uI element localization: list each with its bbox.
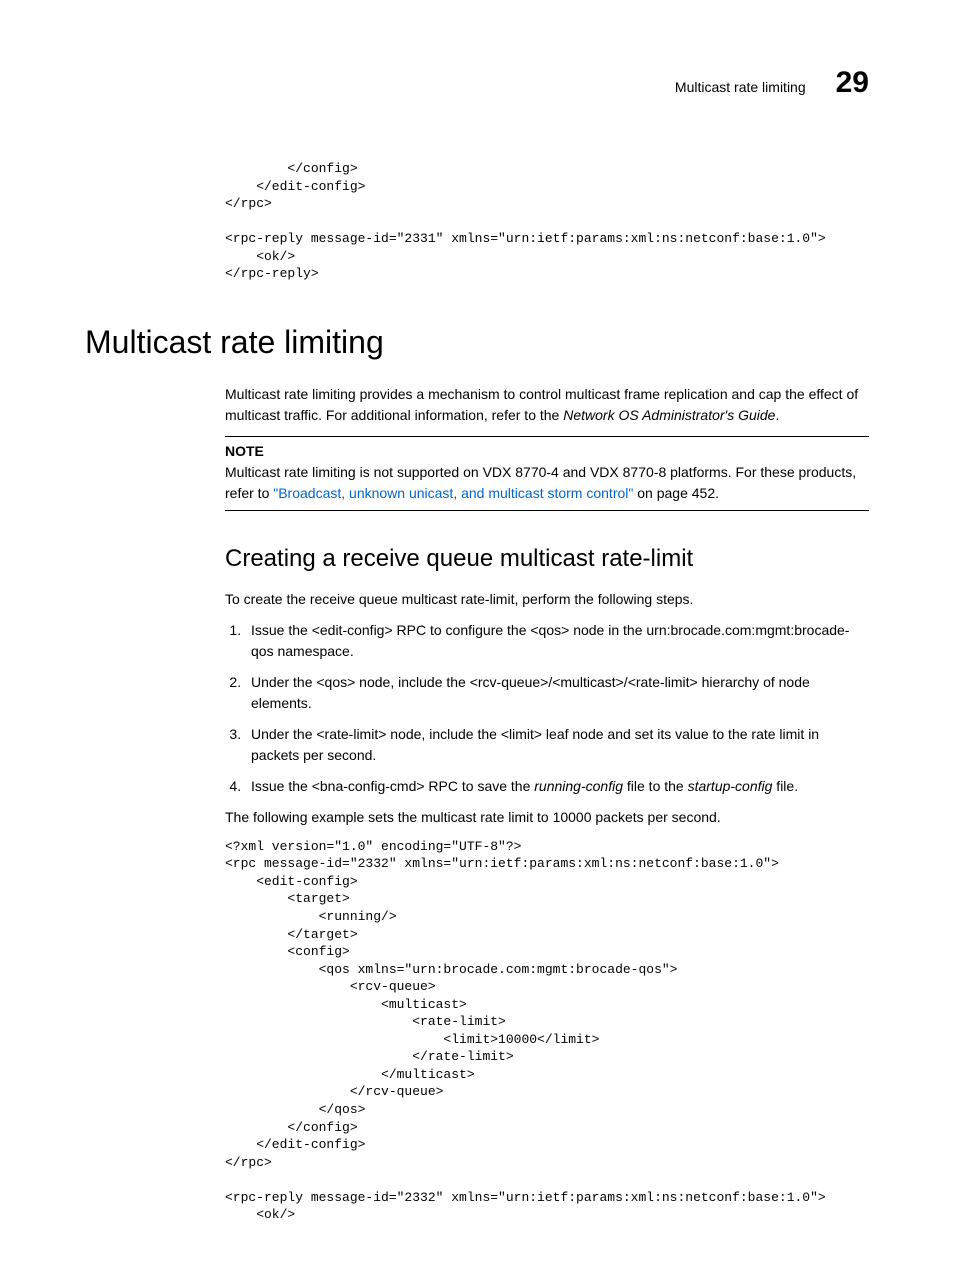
step-4-pre: Issue the <bna-config-cmd> RPC to save t… — [251, 778, 534, 794]
step-3: Under the <rate-limit> node, include the… — [245, 724, 869, 766]
note-box: NOTE Multicast rate limiting is not supp… — [225, 436, 869, 511]
step-1: Issue the <edit-config> RPC to configure… — [245, 620, 869, 662]
step-4-em2: startup-config — [688, 778, 773, 794]
step-4-em1: running-config — [534, 778, 623, 794]
intro-paragraph: Multicast rate limiting provides a mecha… — [225, 384, 869, 426]
intro-post: . — [775, 407, 779, 423]
steps-list: Issue the <edit-config> RPC to configure… — [225, 620, 869, 797]
step-4: Issue the <bna-config-cmd> RPC to save t… — [245, 776, 869, 797]
step-2: Under the <qos> node, include the <rcv-q… — [245, 672, 869, 714]
subsection-heading: Creating a receive queue multicast rate-… — [225, 541, 869, 577]
step-4-mid: file to the — [623, 778, 688, 794]
note-title: NOTE — [225, 441, 869, 462]
example-intro: The following example sets the multicast… — [225, 807, 869, 828]
header-section-label: Multicast rate limiting — [675, 77, 806, 98]
note-body: Multicast rate limiting is not supported… — [225, 462, 869, 504]
note-post: on page 452. — [633, 485, 719, 501]
code-block-example: <?xml version="1.0" encoding="UTF-8"?> <… — [225, 838, 869, 1224]
step-4-post: file. — [772, 778, 798, 794]
page-header: Multicast rate limiting 29 — [85, 60, 869, 105]
chapter-number: 29 — [836, 60, 869, 105]
subsection-intro: To create the receive queue multicast ra… — [225, 589, 869, 610]
code-block-top: </config> </edit-config> </rpc> <rpc-rep… — [225, 160, 869, 283]
section-heading: Multicast rate limiting — [85, 318, 869, 366]
intro-em: Network OS Administrator's Guide — [563, 407, 775, 423]
note-link[interactable]: "Broadcast, unknown unicast, and multica… — [273, 485, 633, 501]
